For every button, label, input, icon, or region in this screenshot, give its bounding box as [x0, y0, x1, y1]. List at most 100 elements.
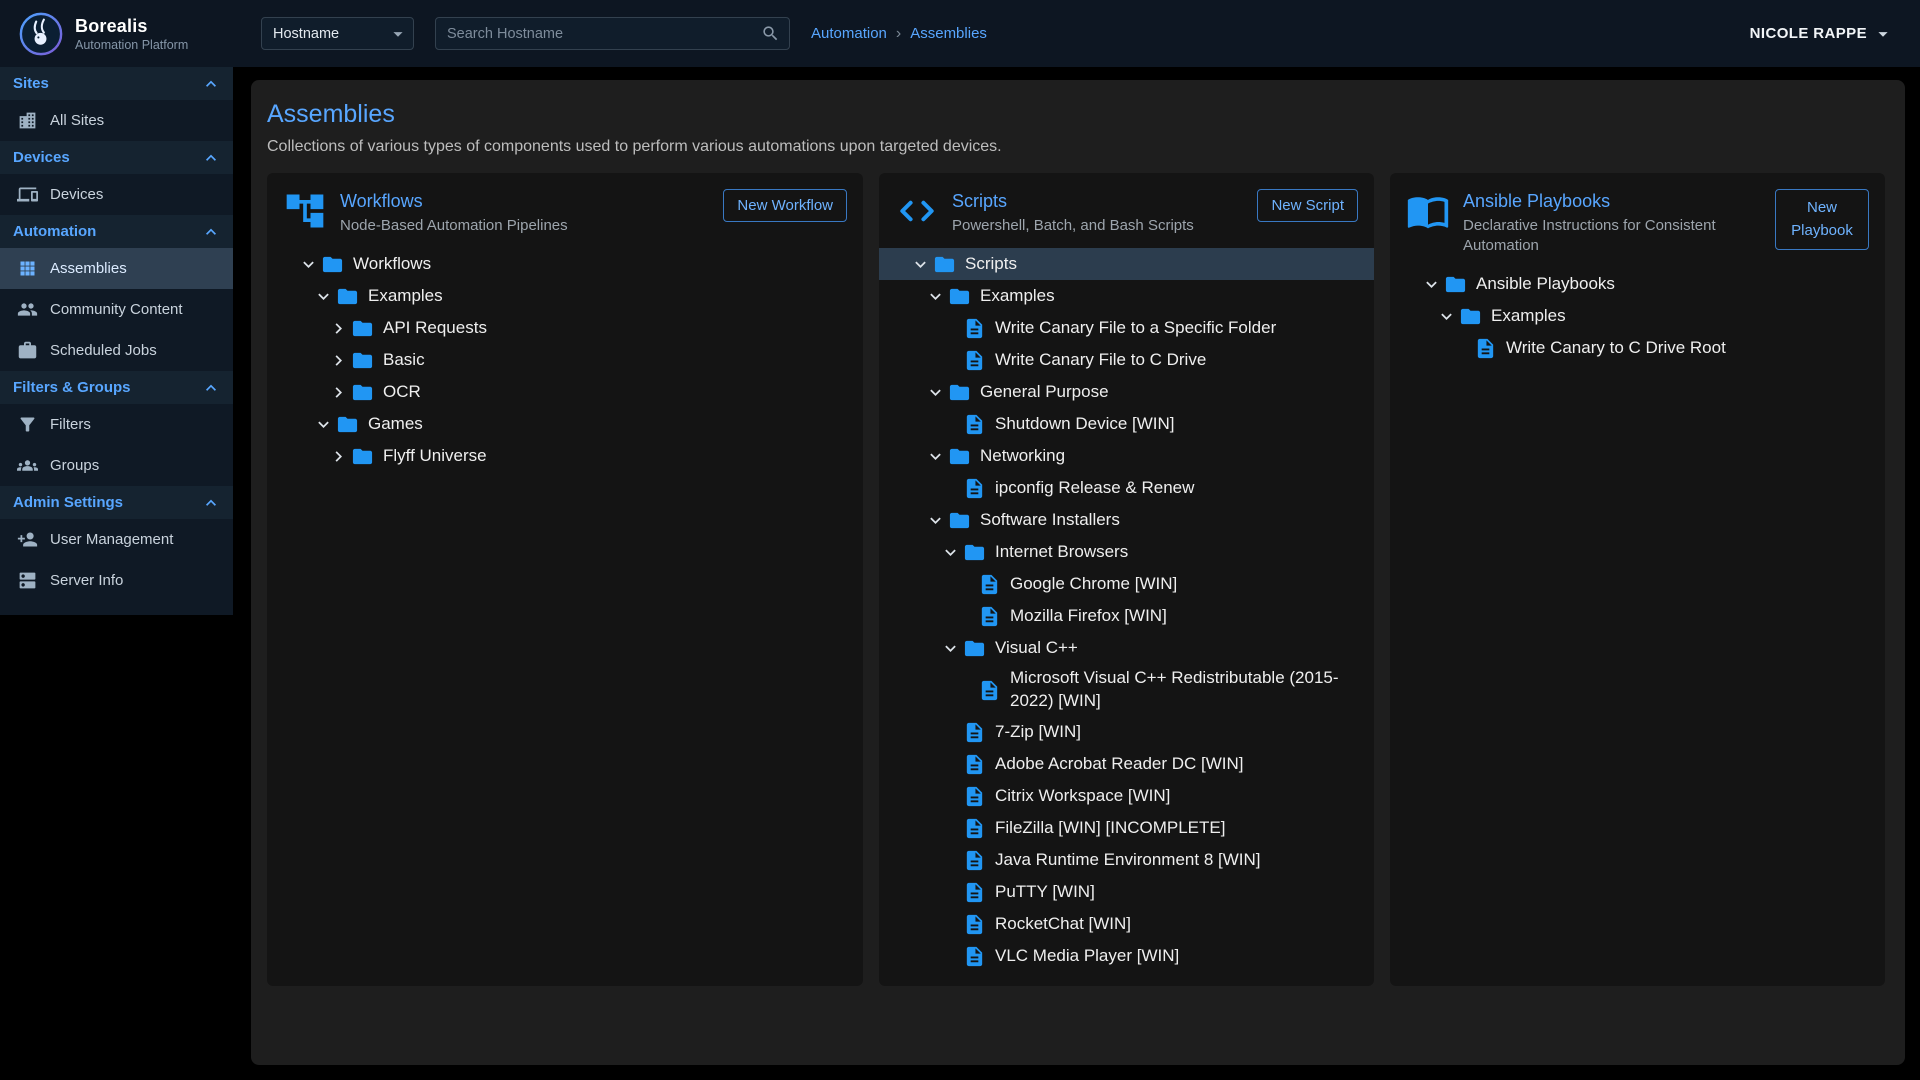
folder-icon	[933, 253, 956, 276]
sidebar-section-filters-groups[interactable]: Filters & Groups	[0, 371, 233, 404]
tree-file-rocketchat-win[interactable]: RocketChat [WIN]	[879, 908, 1374, 940]
chevron-down-icon[interactable]	[907, 254, 933, 275]
search-box	[435, 17, 790, 50]
sidebar-section-label: Automation	[13, 223, 96, 240]
chevron-down-icon[interactable]	[922, 382, 948, 403]
tree-file-google-chrome-win[interactable]: Google Chrome [WIN]	[879, 568, 1374, 600]
tree-item-label: VLC Media Player [WIN]	[995, 942, 1179, 971]
tree-file-shutdown-device-win[interactable]: Shutdown Device [WIN]	[879, 408, 1374, 440]
chevron-down-icon[interactable]	[1418, 274, 1444, 295]
card-titles: WorkflowsNode-Based Automation Pipelines	[340, 189, 710, 236]
tree-item-label: Mozilla Firefox [WIN]	[1010, 602, 1167, 631]
tree-folder-ansible-playbooks[interactable]: Ansible Playbooks	[1390, 269, 1885, 301]
tree-item-label: Visual C++	[995, 634, 1078, 663]
chevron-up-icon	[201, 74, 221, 94]
chevron-down-icon[interactable]	[937, 638, 963, 659]
tree-file-vlc-media-player-win[interactable]: VLC Media Player [WIN]	[879, 940, 1374, 972]
sidebar-item-user-management[interactable]: User Management	[0, 519, 233, 560]
tree-file-7-zip-win[interactable]: 7-Zip [WIN]	[879, 716, 1374, 748]
tree-folder-workflows[interactable]: Workflows	[267, 248, 863, 280]
tree-folder-scripts[interactable]: Scripts	[879, 248, 1374, 280]
tree-file-write-canary-file-to-a-specific-folder[interactable]: Write Canary File to a Specific Folder	[879, 312, 1374, 344]
card-header: WorkflowsNode-Based Automation Pipelines…	[267, 189, 863, 236]
tree-file-ipconfig-release-renew[interactable]: ipconfig Release & Renew	[879, 472, 1374, 504]
tree-file-citrix-workspace-win[interactable]: Citrix Workspace [WIN]	[879, 780, 1374, 812]
new-playbook-button[interactable]: New Playbook	[1775, 189, 1869, 250]
tree-file-adobe-acrobat-reader-dc-win[interactable]: Adobe Acrobat Reader DC [WIN]	[879, 748, 1374, 780]
tree-folder-internet-browsers[interactable]: Internet Browsers	[879, 536, 1374, 568]
new-workflow-button[interactable]: New Workflow	[723, 189, 847, 222]
tree-file-filezilla-win-incomplete[interactable]: FileZilla [WIN] [INCOMPLETE]	[879, 812, 1374, 844]
chevron-right-icon[interactable]	[325, 318, 351, 339]
sidebar-item-filters[interactable]: Filters	[0, 404, 233, 445]
tree-file-write-canary-file-to-c-drive[interactable]: Write Canary File to C Drive	[879, 344, 1374, 376]
tree-folder-flyff-universe[interactable]: Flyff Universe	[267, 440, 863, 472]
assemblies-panel: Assemblies Collections of various types …	[251, 80, 1905, 1065]
chevron-down-icon[interactable]	[937, 542, 963, 563]
chevron-down-icon[interactable]	[922, 286, 948, 307]
breadcrumb-separator: ›	[887, 25, 910, 43]
tree-file-write-canary-to-c-drive-root[interactable]: Write Canary to C Drive Root	[1390, 333, 1885, 365]
folder-icon	[1444, 273, 1467, 296]
chevron-down-icon[interactable]	[310, 286, 336, 307]
tree-folder-api-requests[interactable]: API Requests	[267, 312, 863, 344]
chevron-down-icon[interactable]	[1433, 306, 1459, 327]
sidebar-section-label: Devices	[13, 149, 70, 166]
chevron-down-icon[interactable]	[295, 254, 321, 275]
folder-icon	[351, 349, 374, 372]
search-icon	[761, 24, 780, 43]
sidebar-item-all-sites[interactable]: All Sites	[0, 100, 233, 141]
file-icon	[978, 679, 1001, 702]
sidebar-item-community-content[interactable]: Community Content	[0, 289, 233, 330]
tree-folder-ocr[interactable]: OCR	[267, 376, 863, 408]
chevron-right-icon[interactable]	[325, 350, 351, 371]
tree-item-label: Adobe Acrobat Reader DC [WIN]	[995, 750, 1244, 779]
hostname-select[interactable]: Hostname	[261, 17, 414, 50]
chevron-down-icon[interactable]	[310, 414, 336, 435]
tree-folder-software-installers[interactable]: Software Installers	[879, 504, 1374, 536]
chevron-right-icon[interactable]	[325, 382, 351, 403]
sidebar-section-automation[interactable]: Automation	[0, 215, 233, 248]
tree-folder-examples[interactable]: Examples	[267, 280, 863, 312]
tree-folder-networking[interactable]: Networking	[879, 440, 1374, 472]
tree-item-label: ipconfig Release & Renew	[995, 474, 1194, 503]
tree-folder-general-purpose[interactable]: General Purpose	[879, 376, 1374, 408]
sidebar-section-devices[interactable]: Devices	[0, 141, 233, 174]
sidebar-item-label: Assemblies	[50, 260, 127, 277]
tree-item-label: Games	[368, 410, 423, 439]
sidebar-item-server-info[interactable]: Server Info	[0, 560, 233, 601]
breadcrumb-item-automation[interactable]: Automation	[811, 25, 887, 42]
breadcrumb-item-assemblies[interactable]: Assemblies	[910, 25, 987, 42]
tree-folder-visual-c[interactable]: Visual C++	[879, 632, 1374, 664]
tree-file-java-runtime-environment-8-win[interactable]: Java Runtime Environment 8 [WIN]	[879, 844, 1374, 876]
tree-folder-basic[interactable]: Basic	[267, 344, 863, 376]
sidebar-section-admin-settings[interactable]: Admin Settings	[0, 486, 233, 519]
tree-item-label: Examples	[368, 282, 443, 311]
tree-item-label: Write Canary File to a Specific Folder	[995, 314, 1276, 343]
card-titles: Ansible PlaybooksDeclarative Instruction…	[1463, 189, 1762, 257]
search-input[interactable]	[447, 26, 761, 42]
code-icon	[895, 189, 939, 233]
card-title: Workflows	[340, 191, 710, 212]
filter-icon	[17, 414, 38, 435]
file-icon	[963, 413, 986, 436]
tree-file-putty-win[interactable]: PuTTY [WIN]	[879, 876, 1374, 908]
chevron-down-icon[interactable]	[922, 446, 948, 467]
sidebar-section-sites[interactable]: Sites	[0, 67, 233, 100]
borealis-logo-icon	[18, 11, 64, 57]
tree-folder-examples[interactable]: Examples	[879, 280, 1374, 312]
sidebar-item-groups[interactable]: Groups	[0, 445, 233, 486]
tree-file-mozilla-firefox-win[interactable]: Mozilla Firefox [WIN]	[879, 600, 1374, 632]
sidebar-item-assemblies[interactable]: Assemblies	[0, 248, 233, 289]
user-menu[interactable]: NICOLE RAPPE	[1750, 23, 1894, 45]
tree-file-microsoft-visual-c-redistributable-2015-2022-win[interactable]: Microsoft Visual C++ Redistributable (20…	[879, 664, 1374, 716]
sidebar-item-scheduled-jobs[interactable]: Scheduled Jobs	[0, 330, 233, 371]
chevron-right-icon[interactable]	[325, 446, 351, 467]
folder-icon	[336, 285, 359, 308]
tree-folder-examples[interactable]: Examples	[1390, 301, 1885, 333]
chevron-down-icon[interactable]	[922, 510, 948, 531]
tree-folder-games[interactable]: Games	[267, 408, 863, 440]
folder-icon	[351, 317, 374, 340]
new-script-button[interactable]: New Script	[1257, 189, 1358, 222]
sidebar-item-devices[interactable]: Devices	[0, 174, 233, 215]
